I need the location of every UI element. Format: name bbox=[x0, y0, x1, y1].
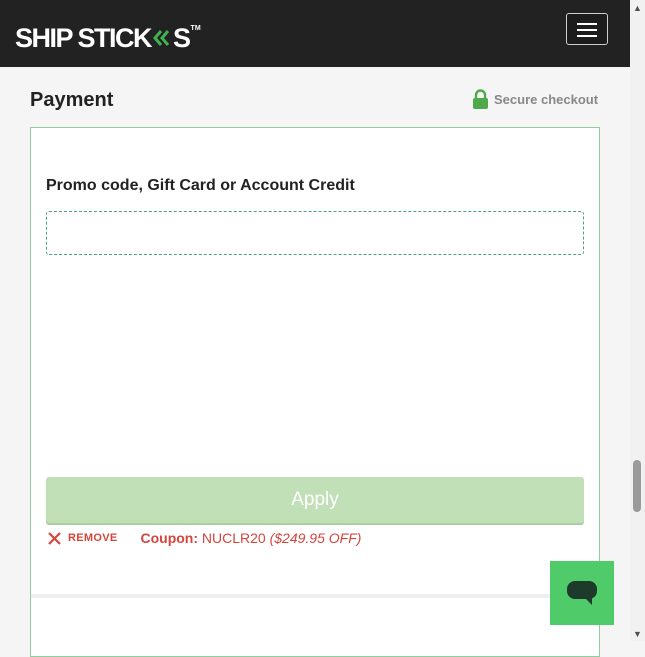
promo-code-input[interactable] bbox=[46, 211, 584, 255]
section-divider bbox=[31, 594, 599, 598]
scrollbar-thumb[interactable] bbox=[633, 460, 641, 512]
coupon-discount: ($249.95 OFF) bbox=[269, 530, 362, 546]
apply-button[interactable]: Apply bbox=[46, 477, 584, 523]
logo-text: SHIP STICK bbox=[15, 23, 153, 53]
chat-bubble-icon bbox=[567, 581, 597, 605]
logo-chevrons-icon bbox=[153, 30, 170, 46]
applied-coupon-row: REMOVE Coupon: NUCLR20 ($249.95 OFF) bbox=[47, 530, 361, 546]
site-header: SHIP STICK S TM bbox=[0, 0, 630, 67]
lock-icon bbox=[473, 89, 488, 109]
coupon-label: Coupon: bbox=[140, 530, 199, 546]
secure-checkout-label: Secure checkout bbox=[494, 91, 599, 107]
logo-text-end: S bbox=[173, 23, 191, 53]
hamburger-icon-line bbox=[577, 29, 597, 31]
remove-coupon-button[interactable]: REMOVE bbox=[47, 531, 117, 546]
payment-card: Promo code, Gift Card or Account Credit … bbox=[30, 127, 600, 657]
scroll-up-arrow-icon[interactable]: ▲ bbox=[633, 3, 642, 13]
page-scrollbar[interactable]: ▲ ▼ bbox=[630, 0, 645, 641]
logo-trademark: TM bbox=[190, 25, 201, 32]
promo-code-label: Promo code, Gift Card or Account Credit bbox=[46, 177, 355, 194]
close-icon bbox=[48, 531, 61, 545]
hamburger-icon bbox=[577, 23, 597, 25]
coupon-code: NUCLR20 bbox=[201, 530, 266, 546]
chat-button[interactable] bbox=[550, 561, 614, 625]
secure-checkout: Secure checkout bbox=[472, 89, 598, 109]
hamburger-icon-line bbox=[577, 35, 597, 37]
ship-sticks-logo[interactable]: SHIP STICK S TM bbox=[15, 22, 201, 54]
scroll-down-arrow-icon[interactable]: ▼ bbox=[633, 629, 642, 639]
remove-label: REMOVE bbox=[68, 532, 118, 544]
payment-heading: Payment bbox=[30, 89, 114, 111]
menu-button[interactable] bbox=[566, 13, 608, 45]
coupon-info: Coupon: NUCLR20 ($249.95 OFF) bbox=[140, 530, 361, 546]
